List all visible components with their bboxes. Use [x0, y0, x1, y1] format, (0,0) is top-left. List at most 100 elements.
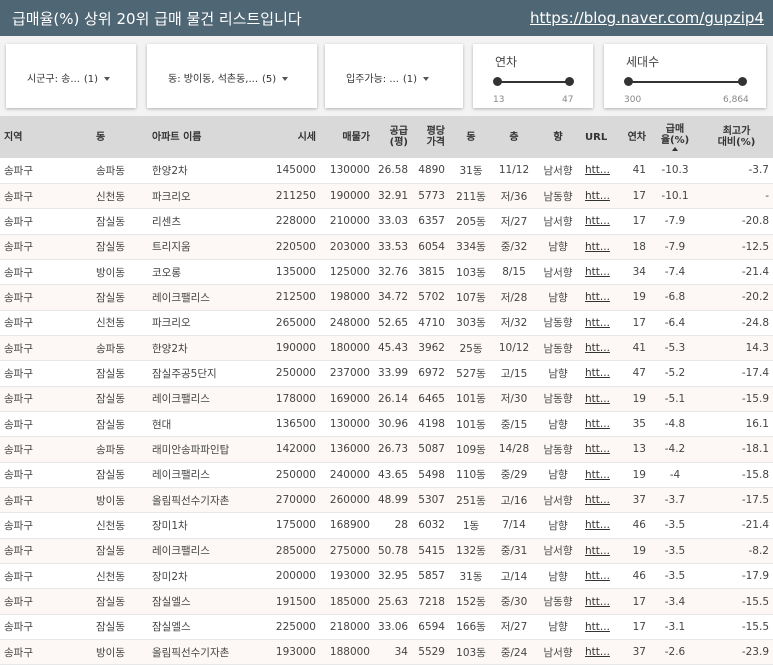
- cell-url[interactable]: htt...: [581, 437, 616, 462]
- cell-price-per-pyeong: 3962: [418, 342, 445, 355]
- cell-apartment: 래미안송파파인탑: [152, 443, 230, 456]
- cell-dong: 잠실동: [96, 367, 125, 380]
- col-header-discount-rate[interactable]: 급매 율(%): [650, 116, 700, 158]
- cell-url[interactable]: htt...: [581, 487, 616, 512]
- cell-url[interactable]: htt...: [581, 361, 616, 386]
- cell-floor: 저/36: [500, 190, 528, 203]
- cell-listing-price: 130000: [329, 418, 370, 431]
- households-slider-min-handle[interactable]: [624, 77, 633, 86]
- cell-apartment: 코오롱: [152, 266, 181, 279]
- cell-floor: 8/15: [502, 266, 526, 279]
- cell-vs-max: -15.8: [741, 468, 769, 481]
- cell-listing-price: 125000: [329, 266, 370, 279]
- col-header-building[interactable]: 동: [449, 116, 493, 158]
- households-slider-card: 세대수 300 6,864: [604, 44, 766, 108]
- sigungu-filter[interactable]: 시군구: 송... (1): [6, 44, 136, 108]
- cell-url[interactable]: htt...: [581, 462, 616, 487]
- table-row[interactable]: 송파구 잠실동 레이크팰리스 250000 240000 43.65 5498 110동 중/2…: [0, 462, 773, 488]
- col-header-price-per-pyeong[interactable]: 평당 가격: [412, 116, 449, 158]
- cell-url[interactable]: htt...: [581, 310, 616, 335]
- table-row[interactable]: 송파구 잠실동 레이크팰리스 212500 198000 34.72 5702 107동 저/2…: [0, 284, 773, 311]
- cell-vs-max: -17.4: [741, 367, 769, 380]
- col-header-supply-area[interactable]: 공급 (평): [374, 116, 412, 158]
- cell-url[interactable]: htt...: [581, 411, 616, 436]
- dong-filter[interactable]: 동: 방이동, 석촌동,... (5): [147, 44, 317, 108]
- cell-building: 101동: [456, 393, 486, 406]
- cell-region: 송파구: [4, 545, 33, 558]
- move-in-filter[interactable]: 입주가능: ... (1): [325, 44, 463, 108]
- cell-region: 송파구: [4, 367, 33, 380]
- col-header-market-price[interactable]: 시세: [260, 116, 320, 158]
- cell-supply-area: 26.58: [378, 164, 409, 177]
- col-header-dong[interactable]: 동: [92, 116, 148, 158]
- table-row[interactable]: 송파구 신천동 파크리오 211250 190000 32.91 5773 211동 저/36 남…: [0, 183, 773, 209]
- year-slider-max-handle[interactable]: [565, 77, 574, 86]
- year-slider-min-handle[interactable]: [493, 77, 502, 86]
- table-row[interactable]: 송파구 방이동 올림픽선수기자촌 270000 260000 48.99 5307 251동 고…: [0, 487, 773, 513]
- table-row[interactable]: 송파구 잠실동 잠실엘스 225000 218000 33.06 6594 166동 저/27 남…: [0, 614, 773, 640]
- cell-url[interactable]: htt...: [581, 538, 616, 563]
- blog-link[interactable]: https://blog.naver.com/gupzip4: [530, 9, 764, 27]
- cell-url[interactable]: htt...: [581, 564, 616, 589]
- households-slider-max-handle[interactable]: [738, 77, 747, 86]
- cell-url[interactable]: htt...: [581, 234, 616, 259]
- cell-region: 송파구: [4, 266, 33, 279]
- table-row[interactable]: 송파구 신천동 장미2차 200000 193000 32.95 5857 31동 고/14 남향…: [0, 563, 773, 589]
- cell-url[interactable]: htt...: [581, 158, 616, 183]
- col-header-floor[interactable]: 층: [493, 116, 535, 158]
- table-row[interactable]: 송파구 잠실동 트리지움 220500 203000 33.53 6054 334동 중/32 남…: [0, 234, 773, 260]
- cell-years: 41: [632, 164, 646, 177]
- col-header-url[interactable]: URL: [581, 116, 616, 158]
- cell-price-per-pyeong: 5529: [418, 646, 445, 659]
- cell-url[interactable]: htt...: [581, 209, 616, 234]
- cell-supply-area: 50.78: [378, 544, 409, 557]
- households-slider-track[interactable]: [628, 81, 742, 83]
- cell-building: 132동: [456, 545, 486, 558]
- table-row[interactable]: 송파구 신천동 파크리오 265000 248000 52.65 4710 303동 저/32 남…: [0, 310, 773, 336]
- table-row[interactable]: 송파구 잠실동 잠실엘스 191500 185000 25.63 7218 152동 중/30 남…: [0, 588, 773, 615]
- year-slider-track[interactable]: [497, 81, 569, 83]
- cell-years: 17: [632, 620, 646, 633]
- cell-years: 37: [632, 494, 646, 507]
- cell-listing-price: 240000: [329, 468, 370, 481]
- move-in-filter-label: 입주가능: ...: [346, 74, 399, 85]
- table-row[interactable]: 송파구 방이동 올림픽선수기자촌 193000 188000 34 5529 103동 중/24…: [0, 639, 773, 665]
- households-slider-max: 6,864: [723, 95, 749, 105]
- cell-url[interactable]: htt...: [581, 614, 616, 639]
- col-header-apartment[interactable]: 아파트 이름: [148, 116, 260, 158]
- cell-discount-rate: -7.9: [664, 215, 686, 228]
- cell-years: 18: [632, 240, 646, 253]
- cell-url[interactable]: htt...: [581, 640, 616, 665]
- cell-url[interactable]: htt...: [581, 259, 616, 284]
- col-header-vs-max[interactable]: 최고가 대비(%): [700, 116, 773, 158]
- cell-supply-area: 52.65: [378, 316, 409, 329]
- table-row[interactable]: 송파구 잠실동 잠실주공5단지 250000 237000 33.99 6972 527동 고/…: [0, 360, 773, 387]
- col-header-years[interactable]: 연차: [616, 116, 650, 158]
- cell-url[interactable]: htt...: [581, 513, 616, 538]
- cell-years: 19: [632, 468, 646, 481]
- table-row[interactable]: 송파구 송파동 한양2차 145000 130000 26.58 4890 31동 11/12 남…: [0, 158, 773, 184]
- cell-url[interactable]: htt...: [581, 285, 616, 310]
- table-row[interactable]: 송파구 신천동 장미1차 175000 168900 28 6032 1동 7/14 남향 htt.…: [0, 512, 773, 539]
- col-header-listing-price[interactable]: 매물가: [320, 116, 374, 158]
- table-row[interactable]: 송파구 송파동 한양2차 190000 180000 45.43 3962 25동 10/12 남…: [0, 335, 773, 361]
- cell-url[interactable]: htt...: [581, 386, 616, 411]
- cell-url[interactable]: htt...: [581, 183, 616, 208]
- cell-url[interactable]: htt...: [581, 589, 616, 614]
- col-header-region[interactable]: 지역: [0, 116, 92, 158]
- cell-market-price: 211250: [275, 190, 316, 203]
- cell-url[interactable]: htt...: [581, 335, 616, 360]
- cell-supply-area: 32.76: [378, 266, 409, 279]
- cell-vs-max: -15.5: [741, 595, 769, 608]
- table-row[interactable]: 송파구 송파동 래미안송파파인탑 142000 136000 26.73 5087 109동 1…: [0, 436, 773, 463]
- table-row[interactable]: 송파구 잠실동 레이크팰리스 285000 275000 50.78 5415 132동 중/3…: [0, 538, 773, 564]
- table-row[interactable]: 송파구 잠실동 현대 136500 130000 30.96 4198 101동 중/15 남향 h…: [0, 411, 773, 437]
- cell-listing-price: 180000: [329, 342, 370, 355]
- cell-floor: 중/24: [500, 646, 528, 659]
- col-header-direction[interactable]: 향: [535, 116, 581, 158]
- cell-supply-area: 33.99: [378, 367, 409, 380]
- table-row[interactable]: 송파구 방이동 코오롱 135000 125000 32.76 3815 103동 8/15 남서…: [0, 259, 773, 285]
- cell-direction: 남동향: [543, 317, 573, 330]
- table-row[interactable]: 송파구 잠실동 리센츠 228000 210000 33.03 6357 205동 저/27 남서…: [0, 208, 773, 235]
- table-row[interactable]: 송파구 잠실동 레이크팰리스 178000 169000 26.14 6465 101동 저/3…: [0, 386, 773, 412]
